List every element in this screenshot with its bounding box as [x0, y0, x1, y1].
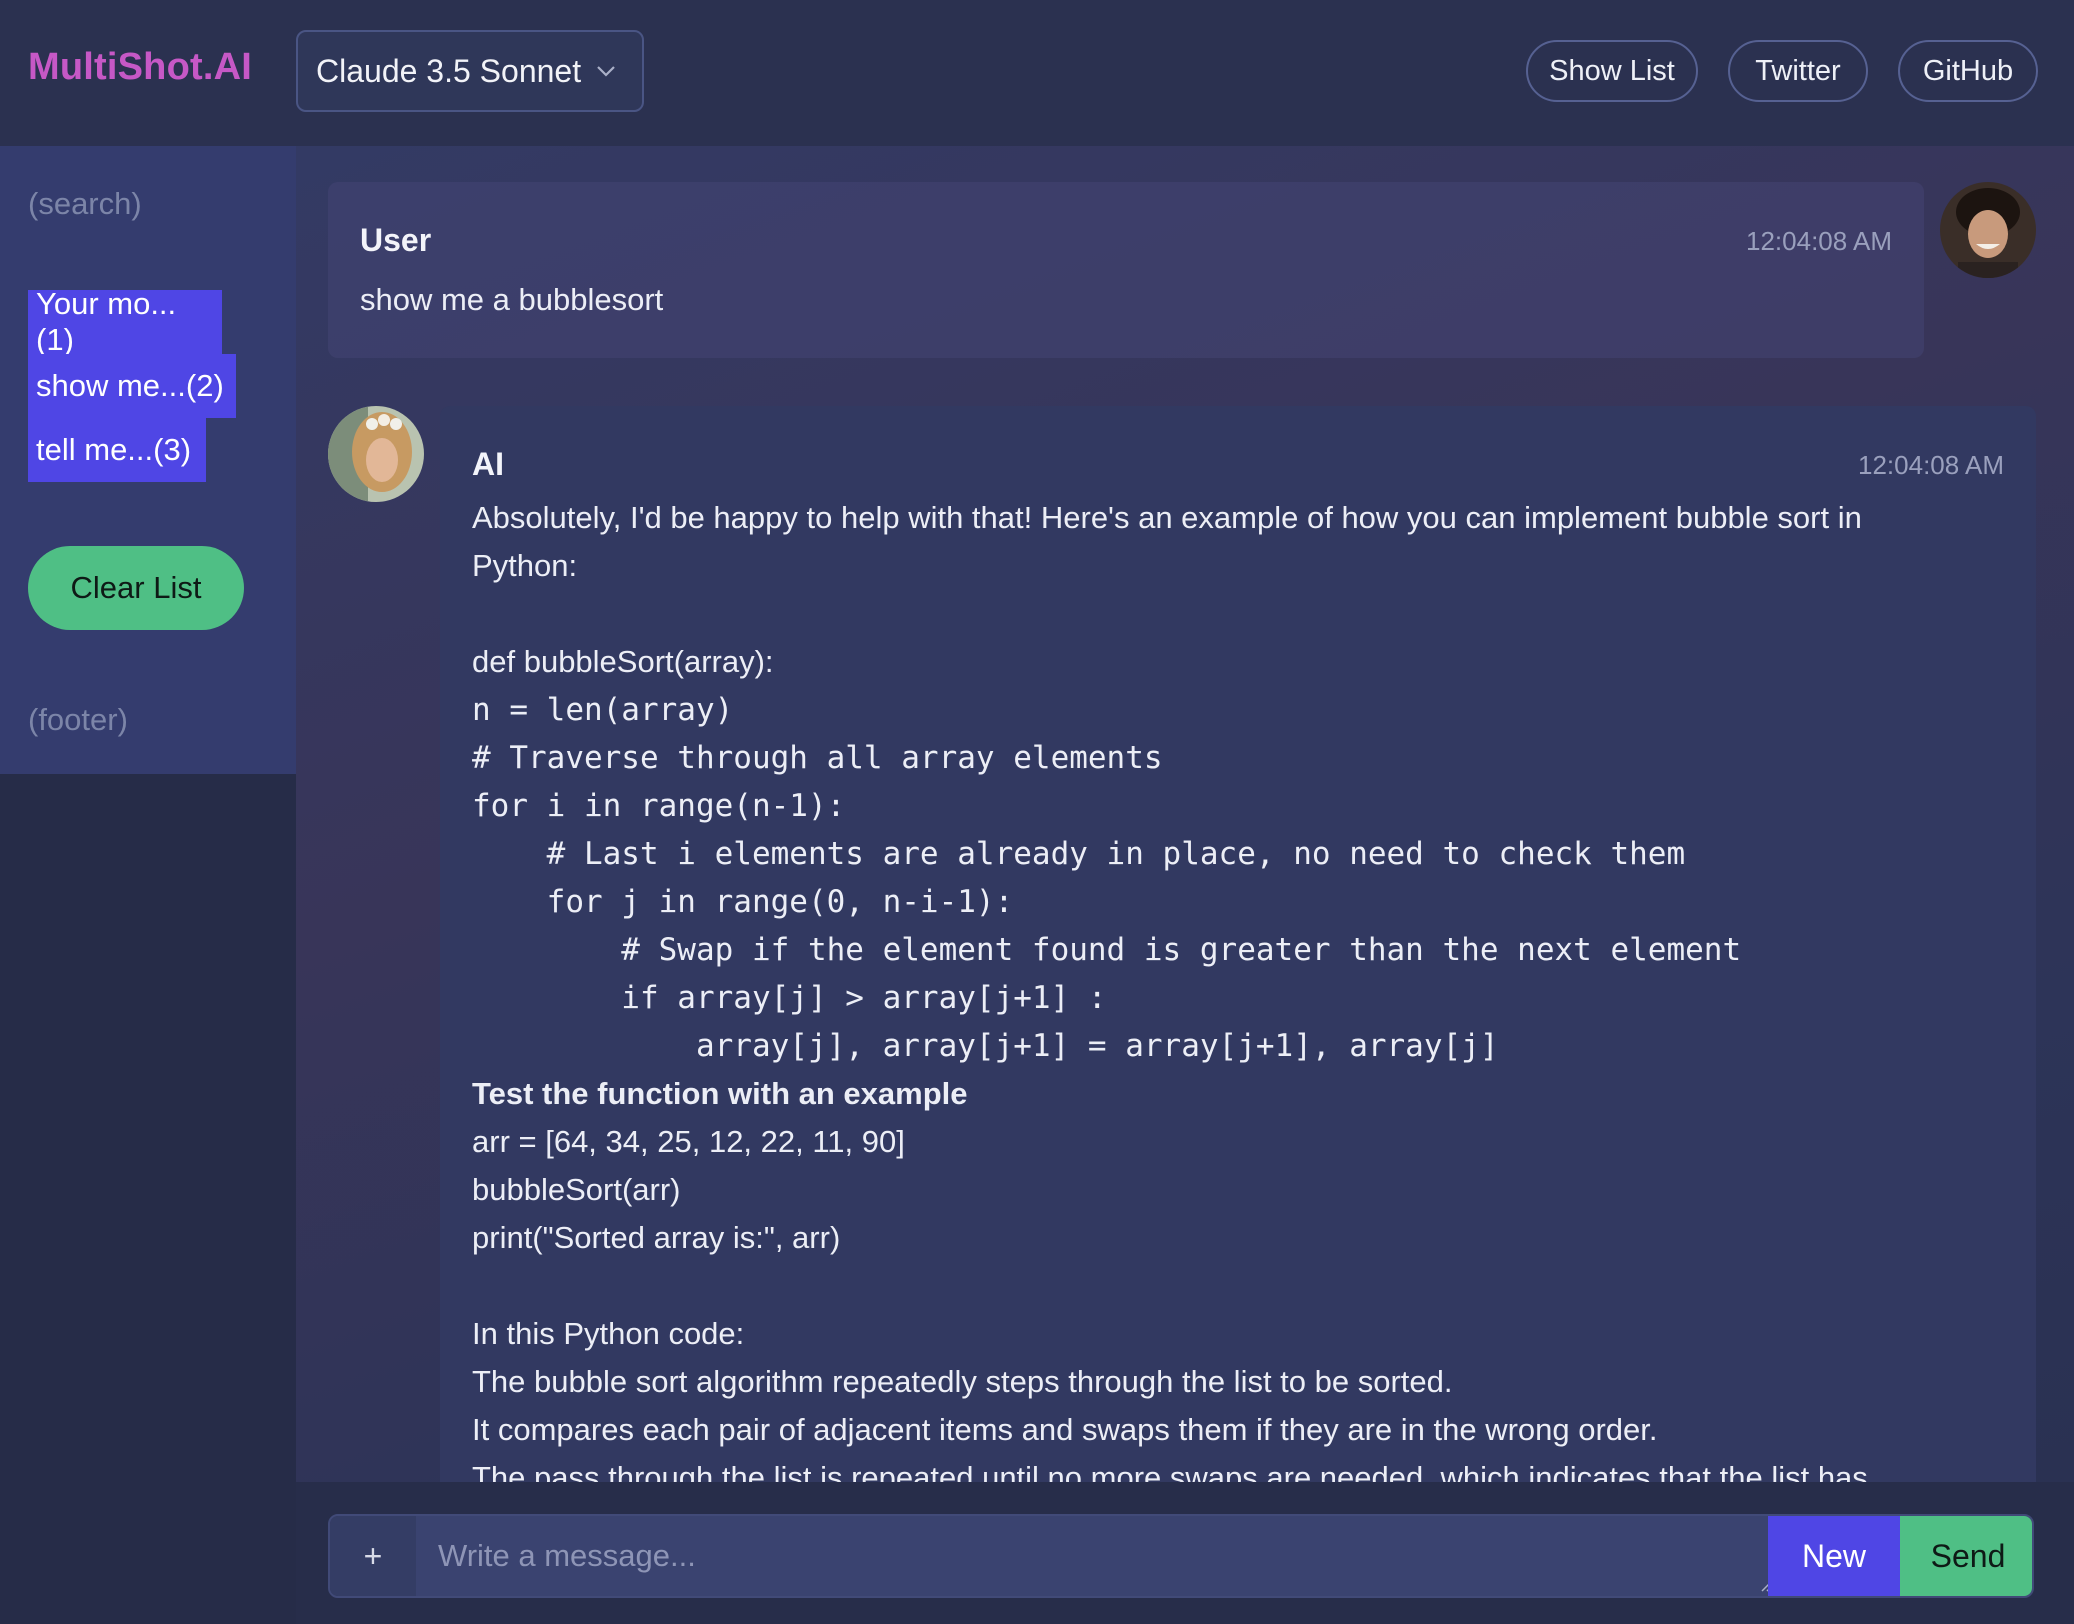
composer: + New Send	[296, 1482, 2074, 1624]
message-line: The bubble sort algorithm repeatedly ste…	[472, 1364, 1453, 1399]
sidebar-search[interactable]: (search)	[28, 186, 142, 222]
code-line: bubbleSort(arr)	[472, 1172, 681, 1207]
user-avatar-icon	[1940, 182, 2036, 278]
ai-avatar	[328, 406, 424, 502]
code-line: # Traverse through all array elements	[472, 740, 1163, 776]
message-heading: Test the function with an example	[472, 1076, 968, 1111]
history-item[interactable]: show me...(2)	[28, 354, 236, 418]
code-line: n = len(array)	[472, 692, 734, 728]
clear-list-button[interactable]: Clear List	[28, 546, 244, 630]
message-line: In this Python code:	[472, 1316, 745, 1351]
history-item[interactable]: Your mo...(1)	[28, 286, 222, 357]
code-line: def bubbleSort(array):	[472, 644, 774, 679]
code-line: # Swap if the element found is greater t…	[472, 932, 1742, 968]
message-line	[472, 590, 2012, 638]
code-line: for i in range(n-1):	[472, 788, 846, 824]
composer-box: + New Send	[328, 1514, 2034, 1598]
send-button[interactable]: Send	[1900, 1516, 2032, 1596]
message-line	[472, 1262, 2012, 1310]
top-bar: MultiShot.AI Claude 3.5 Sonnet Show List…	[0, 0, 2074, 146]
model-select-label: Claude 3.5 Sonnet	[316, 52, 582, 89]
github-button[interactable]: GitHub	[1898, 40, 2038, 102]
message-line: It compares each pair of adjacent items …	[472, 1412, 1658, 1447]
message-line: The pass through the list is repeated un…	[472, 1460, 1868, 1482]
code-line: for j in range(0, n-i-1):	[472, 884, 1014, 920]
code-line: if array[j] > array[j+1] :	[472, 980, 1107, 1016]
code-line: print("Sorted array is:", arr)	[472, 1220, 841, 1255]
message-role: User	[360, 222, 432, 258]
show-list-button[interactable]: Show List	[1526, 40, 1698, 102]
attach-plus-button[interactable]: +	[330, 1516, 416, 1596]
user-message: User 12:04:08 AM show me a bubblesort	[328, 182, 1924, 358]
message-input[interactable]	[416, 1516, 1774, 1596]
history-item[interactable]: tell me...(3)	[28, 418, 206, 482]
twitter-button[interactable]: Twitter	[1728, 40, 1868, 102]
sidebar-footer: (footer)	[28, 702, 128, 737]
ai-avatar-icon	[328, 406, 424, 502]
message-body: Absolutely, I'd be happy to help with th…	[472, 494, 2012, 1482]
ai-message: AI 12:04:08 AM Absolutely, I'd be happy …	[440, 406, 2036, 1482]
user-avatar	[1940, 182, 2036, 278]
model-select[interactable]: Claude 3.5 Sonnet	[296, 30, 644, 112]
new-button[interactable]: New	[1768, 1516, 1900, 1596]
code-line: arr = [64, 34, 25, 12, 22, 11, 90]	[472, 1124, 905, 1159]
message-time: 12:04:08 AM	[1858, 450, 2004, 480]
message-line: Absolutely, I'd be happy to help with th…	[472, 500, 1862, 535]
message-time: 12:04:08 AM	[1746, 226, 1892, 256]
sidebar: (search) Your mo...(1) show me...(2) tel…	[0, 146, 296, 774]
code-line: array[j], array[j+1] = array[j+1], array…	[472, 1028, 1499, 1064]
chat-area: User 12:04:08 AM show me a bubblesort AI…	[296, 146, 2074, 1482]
chevron-down-icon	[597, 66, 615, 77]
message-line: Python:	[472, 548, 578, 583]
code-line: # Last i elements are already in place, …	[472, 836, 1686, 872]
brand-logo[interactable]: MultiShot.AI	[28, 46, 252, 89]
message-role: AI	[472, 446, 504, 482]
message-text: show me a bubblesort	[360, 282, 664, 317]
